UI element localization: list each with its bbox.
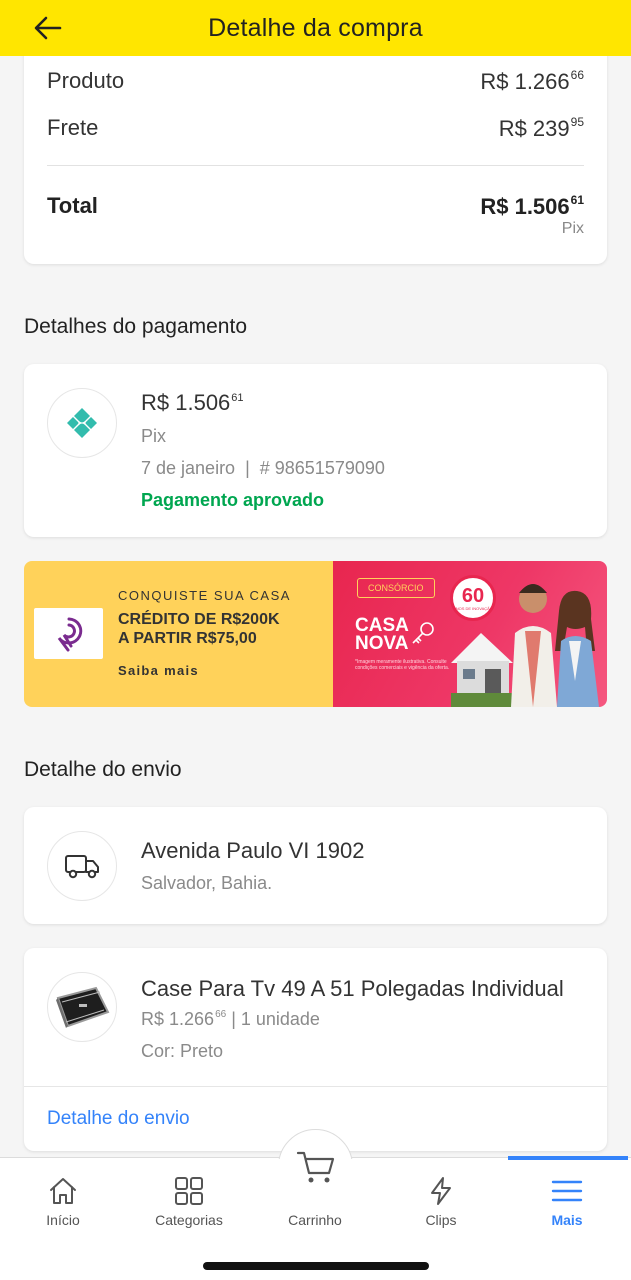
total-payment-method: Pix: [561, 220, 584, 237]
product-name[interactable]: Case Para Tv 49 A 51 Polegadas Individua…: [141, 976, 586, 1002]
product-price: R$ 1.26666 | 1 unidade: [141, 1009, 320, 1030]
banner-cta[interactable]: Saiba mais: [118, 663, 199, 678]
shipping-detail-link[interactable]: Detalhe do envio: [47, 1108, 190, 1130]
pix-icon: [67, 408, 97, 438]
product-row: Produto R$ 1.26666: [47, 68, 584, 95]
banner-brand: CASA NOVA: [355, 616, 409, 654]
page-title: Detalhe da compra: [208, 13, 423, 42]
menu-icon: [551, 1180, 583, 1202]
grid-icon: [175, 1177, 203, 1205]
shipping-label: Frete: [47, 115, 99, 140]
payment-type: Pix: [141, 426, 167, 446]
product-card: Case Para Tv 49 A 51 Polegadas Individua…: [24, 948, 607, 1151]
payment-amount-value: R$ 1.506: [141, 390, 231, 415]
banner-logo: [34, 608, 103, 659]
nav-item-carrinho[interactable]: [278, 1129, 353, 1204]
top-app-bar: Detalhe da compra: [0, 0, 631, 56]
product-price-value: R$ 1.266: [141, 1009, 215, 1029]
payment-card: R$ 1.50661 Pix 7 de janeiro | # 98651579…: [24, 364, 607, 537]
payment-date-id: 7 de janeiro | # 98651579090: [141, 458, 385, 478]
truck-icon: [65, 855, 99, 879]
banner-brand-line-2: NOVA: [355, 633, 409, 654]
product-thumbnail[interactable]: [47, 972, 117, 1042]
shipping-section-title: Detalhe do envio: [24, 758, 182, 781]
nav-label-clips: Clips: [425, 1212, 457, 1228]
truck-icon-wrapper: [47, 831, 117, 901]
total-amount-value: R$ 1.506: [480, 194, 570, 219]
cart-icon: [296, 1151, 334, 1182]
payment-amount: R$ 1.50661: [141, 390, 244, 416]
lightning-icon: [431, 1177, 451, 1205]
arrow-left-icon: [34, 16, 62, 40]
banner-headline-1: CRÉDITO DE R$200K: [118, 611, 280, 628]
total-amount-cents: 61: [570, 193, 584, 207]
banner-headline-2: A PARTIR R$75,00: [118, 630, 257, 647]
banner-image-panel: CONSÓRCIO CASA NOVA *Imagem meramente ilu…: [333, 561, 607, 707]
nav-item-mais[interactable]: Mais: [504, 1158, 630, 1238]
product-amount: R$ 1.26666: [480, 68, 584, 95]
summary-divider: [47, 165, 584, 166]
key-icon: [412, 622, 434, 644]
payment-status: Pagamento aprovado: [141, 490, 325, 510]
house-couple-illustration: [451, 584, 599, 707]
nav-label-carrinho: Carrinho: [288, 1212, 342, 1228]
product-quantity: | 1 unidade: [226, 1009, 320, 1029]
back-button[interactable]: [30, 10, 66, 46]
total-amount: R$ 1.50661: [480, 193, 584, 220]
bottom-navigation: Início Categorias Carrinho Clips Mais: [0, 1129, 631, 1280]
nav-label-categorias: Categorias: [155, 1212, 223, 1228]
total-row: Total R$ 1.50661: [47, 193, 584, 220]
tv-case-image: [56, 986, 110, 1028]
shipping-amount: R$ 23995: [499, 115, 584, 142]
total-label: Total: [47, 193, 98, 218]
shipping-amount-value: R$ 239: [498, 116, 570, 141]
promo-banner[interactable]: CONQUISTE SUA CASA CRÉDITO DE R$200K A P…: [24, 561, 607, 707]
address-street: Avenida Paulo VI 1902: [141, 838, 365, 863]
pix-logo: [47, 388, 117, 458]
payment-section-title: Detalhes do pagamento: [24, 315, 247, 338]
product-color: Cor: Preto: [141, 1041, 224, 1061]
nav-item-categorias[interactable]: Categorias: [126, 1158, 252, 1238]
home-indicator[interactable]: [203, 1262, 429, 1270]
nav-label-mais: Mais: [551, 1212, 583, 1228]
shipping-address-card: Avenida Paulo VI 1902 Salvador, Bahia.: [24, 807, 607, 924]
product-price-cents: 66: [215, 1009, 227, 1020]
banner-fine-print: *Imagem meramente ilustrativa. Consulte …: [355, 659, 450, 671]
nav-label-inicio: Início: [46, 1212, 80, 1228]
payment-amount-cents: 61: [231, 392, 244, 404]
home-icon: [50, 1178, 76, 1204]
shipping-amount-cents: 95: [570, 115, 584, 129]
product-divider: [24, 1086, 607, 1087]
banner-left-panel: CONQUISTE SUA CASA CRÉDITO DE R$200K A P…: [24, 561, 333, 707]
product-amount-value: R$ 1.266: [480, 69, 570, 94]
purchase-detail-screen: Detalhe da compra Produto R$ 1.26666 Fre…: [0, 0, 631, 1280]
product-amount-cents: 66: [570, 68, 584, 82]
nav-item-inicio[interactable]: Início: [0, 1158, 126, 1238]
nav-item-clips[interactable]: Clips: [378, 1158, 504, 1238]
banner-tag: CONSÓRCIO: [357, 578, 435, 598]
address-city: Salvador, Bahia.: [141, 873, 273, 893]
brand-logo-icon: [57, 617, 82, 651]
order-summary-card: Produto R$ 1.26666 Frete R$ 23995 Total …: [24, 40, 607, 264]
banner-kicker: CONQUISTE SUA CASA: [118, 588, 291, 603]
product-label: Produto: [47, 68, 125, 93]
shipping-row: Frete R$ 23995: [47, 115, 584, 142]
